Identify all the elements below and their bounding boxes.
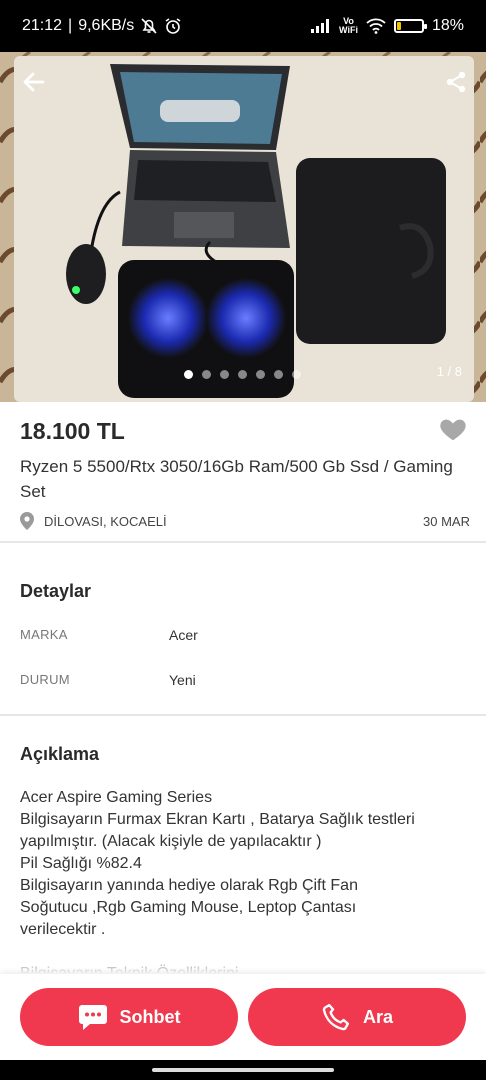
alarm-clock-icon — [164, 17, 182, 35]
home-indicator[interactable] — [152, 1068, 334, 1072]
location-pin-icon — [20, 512, 34, 530]
gallery-dot[interactable] — [220, 370, 229, 379]
image-counter: 1 / 8 — [436, 364, 462, 379]
gallery-dot[interactable] — [202, 370, 211, 379]
clock: 21:12 — [22, 17, 63, 34]
alarm-off-icon — [140, 17, 158, 35]
back-button[interactable] — [12, 60, 56, 104]
description-fade — [0, 950, 486, 974]
description-line: Acer Aspire Gaming Series — [20, 789, 213, 806]
wifi-icon — [366, 18, 386, 34]
location: DİLOVASI, KOCAELİ — [20, 512, 167, 530]
gallery-dot[interactable] — [292, 370, 301, 379]
description-line: yapılmıştır. (Alacak kişiyle de yapılaca… — [20, 833, 322, 850]
description-heading: Açıklama — [20, 744, 100, 764]
call-button-label: Ara — [362, 1006, 393, 1027]
battery-icon — [393, 19, 427, 33]
heart-icon — [440, 419, 466, 441]
network-speed: 9,6KB/s — [78, 17, 135, 34]
vowifi-icon: Vo WiFi — [339, 16, 358, 35]
gallery-dot[interactable] — [256, 370, 265, 379]
favorite-button[interactable] — [438, 414, 468, 444]
detail-key-condition: DURUM — [20, 672, 70, 687]
description-line: Soğutucu ,Rgb Gaming Mouse, Leptop Çanta… — [20, 899, 357, 916]
details-heading: Detaylar — [20, 581, 92, 601]
description-line: verilecektir . — [20, 921, 106, 938]
divider — [0, 714, 486, 716]
description-line: Bilgisayarın yanında hediye olarak Rgb Ç… — [20, 877, 358, 894]
system-nav-bar — [0, 1060, 486, 1080]
listing-title: Ryzen 5 5500/Rtx 3050/16Gb Ram/500 Gb Ss… — [20, 457, 453, 501]
share-icon — [446, 71, 466, 93]
detail-value-brand: Acer — [169, 627, 198, 643]
detail-key-brand: MARKA — [20, 627, 68, 642]
image-gallery[interactable]: 1 / 8 — [0, 52, 486, 402]
description-line: Bilgisayarın Furmax Ekran Kartı , Batary… — [20, 811, 415, 828]
signal-icon — [311, 19, 331, 33]
chat-bubble-icon — [78, 1005, 107, 1030]
battery-percent: 18% — [431, 17, 464, 34]
phone-icon — [322, 1003, 350, 1031]
call-button[interactable]: Ara — [248, 988, 466, 1046]
price: 18.100 TL — [20, 418, 125, 444]
listing-date: 30 MAR — [423, 514, 470, 529]
share-button[interactable] — [434, 60, 478, 104]
status-bar: 21:12 | 9,6KB/s Vo WiFi 18% — [0, 0, 486, 52]
gallery-dot[interactable] — [274, 370, 283, 379]
gallery-pagination[interactable] — [184, 370, 301, 379]
description-line: Pil Sağlığı %82.4 — [20, 855, 142, 872]
gallery-dot[interactable] — [184, 370, 193, 379]
divider — [0, 541, 486, 543]
battery-level — [396, 22, 402, 30]
description-text: Acer Aspire Gaming Series Bilgisayarın Fu… — [20, 787, 470, 973]
chat-button[interactable]: Sohbet — [20, 988, 238, 1046]
gallery-dot[interactable] — [238, 370, 247, 379]
location-text: DİLOVASI, KOCAELİ — [44, 513, 167, 529]
arrow-left-icon — [23, 72, 45, 92]
product-photo[interactable] — [0, 52, 486, 402]
action-bar: Sohbet Ara — [0, 974, 486, 1060]
chat-button-label: Sohbet — [119, 1006, 181, 1027]
detail-value-condition: Yeni — [169, 672, 196, 688]
